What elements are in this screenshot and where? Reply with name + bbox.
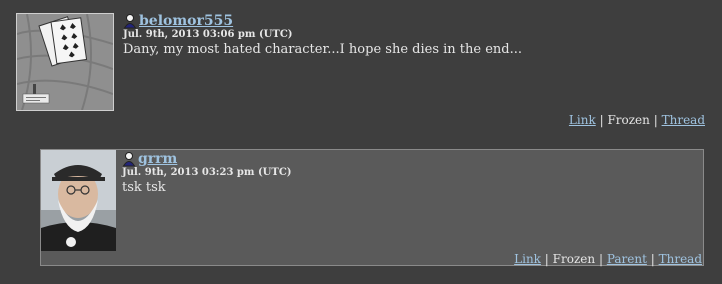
- parent-action[interactable]: Parent: [607, 252, 647, 266]
- link-action[interactable]: Link: [569, 113, 596, 127]
- comment-actions: Link | Frozen | Parent | Thread: [514, 252, 702, 266]
- separator: |: [599, 113, 604, 127]
- user-line: grrm: [122, 151, 177, 167]
- comment: belomor555 Jul. 9th, 2013 03:06 pm (UTC)…: [16, 13, 706, 131]
- link-action[interactable]: Link: [514, 252, 541, 266]
- frozen-status: Frozen: [552, 252, 596, 266]
- separator: |: [650, 252, 655, 266]
- thread-action[interactable]: Thread: [659, 252, 702, 266]
- separator: |: [544, 252, 549, 266]
- comment-timestamp: Jul. 9th, 2013 03:06 pm (UTC): [123, 29, 293, 40]
- frozen-status: Frozen: [607, 113, 650, 127]
- comment-timestamp: Jul. 9th, 2013 03:23 pm (UTC): [122, 167, 292, 178]
- comment-body: Dany, my most hated character...I hope s…: [123, 42, 522, 57]
- user-avatar[interactable]: [41, 150, 116, 251]
- playing-cards-avatar-icon: [17, 14, 113, 110]
- reply-comment: grrm Jul. 9th, 2013 03:23 pm (UTC) tsk t…: [40, 149, 704, 266]
- comment-body: tsk tsk: [122, 180, 166, 195]
- separator: |: [653, 113, 658, 127]
- user-line: belomor555: [123, 13, 233, 29]
- bearded-man-avatar-icon: [41, 150, 116, 251]
- username-link[interactable]: grrm: [138, 151, 177, 167]
- thread-action[interactable]: Thread: [662, 113, 705, 127]
- username-link[interactable]: belomor555: [139, 13, 233, 29]
- user-icon[interactable]: [123, 13, 137, 29]
- user-icon[interactable]: [122, 151, 136, 167]
- comment-actions: Link | Frozen | Thread: [569, 113, 705, 127]
- separator: |: [598, 252, 603, 266]
- user-avatar[interactable]: [16, 13, 114, 111]
